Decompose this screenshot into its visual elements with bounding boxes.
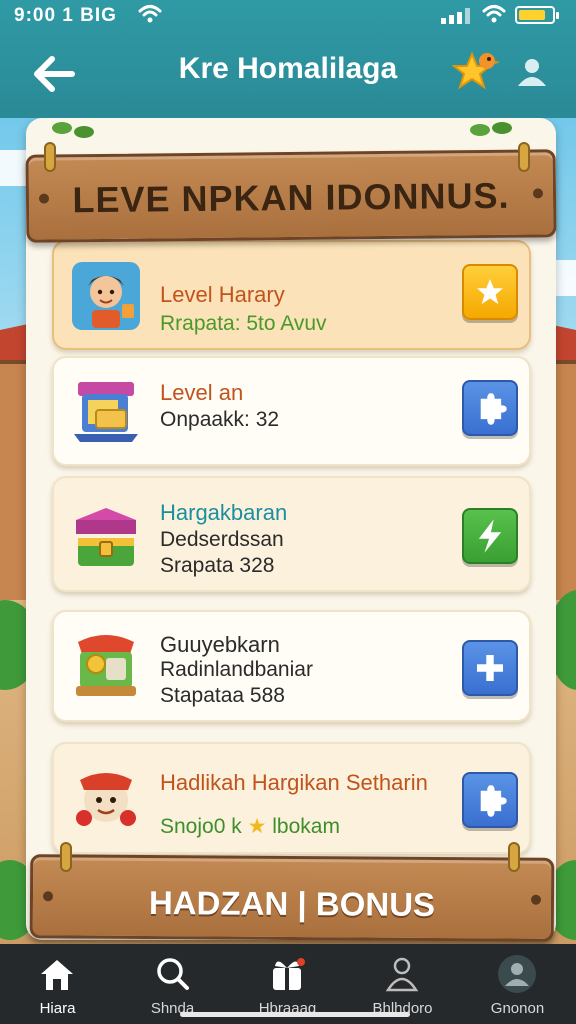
- leaf-vine-decoration: [52, 122, 94, 138]
- status-bar: 9:00 1 BIG: [0, 0, 576, 32]
- level-card[interactable]: Level an Onpaakk: 32: [52, 356, 531, 466]
- level-card[interactable]: Hargakbaran Dedserdssan Srapata 328: [52, 476, 531, 592]
- mascot-badge-icon: [76, 773, 136, 826]
- bonus-button-label: HADZAN | BONUS: [148, 884, 436, 923]
- person-icon: [385, 957, 419, 992]
- treasure-chest-icon: [76, 508, 136, 566]
- level-bonus-banner: LEVE NPKAN IDONNUS.: [25, 149, 557, 243]
- bonus-banner-button[interactable]: HADZAN | BONUS: [29, 854, 555, 942]
- cross-button[interactable]: [462, 640, 518, 696]
- card-subtitle: Dedserdssan: [160, 528, 284, 551]
- card-subtitle-prefix: Snojo0 k: [160, 815, 242, 838]
- nav-item-profile[interactable]: Gnonon: [460, 944, 575, 1024]
- card-subtitle: Rrapata: 5to Avuv: [160, 312, 327, 335]
- card-subtitle: Onpaakk: 32: [160, 408, 280, 431]
- card-subtitle: Radinlandbaniar: [160, 658, 313, 681]
- star-bird-icon[interactable]: [452, 48, 500, 94]
- card-title: Hadlikah Hargikan Setharin: [160, 770, 428, 795]
- search-icon: [157, 958, 189, 990]
- rope-peg: [60, 842, 72, 872]
- card-subtitle: Stapataa 588: [160, 684, 285, 707]
- home-icon: [41, 960, 73, 990]
- board-game-icon: [74, 382, 138, 442]
- rope-peg: [44, 142, 56, 172]
- wifi-icon: [138, 5, 162, 23]
- profile-icon: [498, 955, 536, 993]
- status-time: 9:00 1 BIG: [14, 5, 117, 26]
- card-subtitle: Srapata 328: [160, 554, 275, 577]
- signal-strength-icon: [441, 8, 470, 24]
- profile-icon[interactable]: [514, 56, 550, 88]
- nav-label: Gnonon: [490, 1000, 545, 1017]
- puzzle-button[interactable]: [462, 380, 518, 436]
- app-header: 9:00 1 BIG Kre Homalilaga: [0, 0, 576, 118]
- banner-title: LEVE NPKAN IDONNUS.: [72, 174, 510, 221]
- star-icon: ★: [247, 815, 267, 838]
- back-arrow-icon[interactable]: [28, 50, 80, 98]
- level-card[interactable]: Guuyebkarn Radinlandbaniar Stapataa 588: [52, 610, 531, 722]
- leaf-vine-decoration: [470, 122, 512, 136]
- nav-label: Hiara: [39, 1000, 76, 1017]
- puzzle-button[interactable]: [462, 772, 518, 828]
- prize-box-icon: [76, 635, 136, 696]
- star-button[interactable]: [462, 264, 518, 320]
- page-title: Kre Homalilaga: [178, 52, 398, 85]
- battery-icon: [515, 6, 559, 24]
- character-avatar-icon: [72, 262, 140, 330]
- card-title: Level an: [160, 380, 244, 405]
- home-indicator: [180, 1012, 410, 1017]
- card-title: Level Harary: [160, 282, 285, 307]
- nav-item-home[interactable]: Hiara: [0, 944, 115, 1024]
- card-subtitle-suffix: lbokam: [272, 815, 340, 838]
- rope-peg: [508, 842, 520, 872]
- level-card[interactable]: Level Harary Rrapata: 5to Avuv: [52, 240, 531, 350]
- rope-peg: [518, 142, 530, 172]
- card-title: Hargakbaran: [160, 500, 288, 525]
- level-card[interactable]: Hadlikah Hargikan Setharin Snojo0 k ★ lb…: [52, 742, 531, 854]
- card-title: Guuyebkarn: [160, 632, 280, 657]
- gift-icon: [273, 958, 305, 990]
- wifi-icon: [482, 5, 506, 23]
- lightning-button[interactable]: [462, 508, 518, 564]
- card-subtitle: Snojo0 k ★ lbokam: [160, 814, 340, 839]
